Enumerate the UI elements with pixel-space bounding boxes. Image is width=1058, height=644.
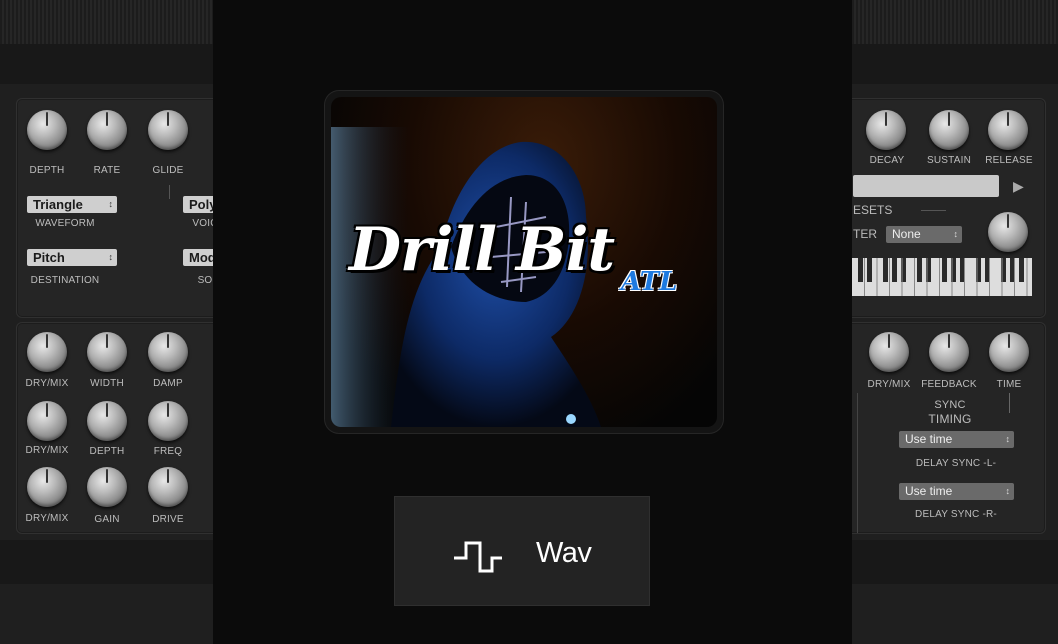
filter-label: TER <box>853 227 877 241</box>
artwork-image: Drill Bit ATL <box>331 97 717 427</box>
knob-label: RELEASE <box>985 155 1033 166</box>
timing-label: TIMING <box>928 412 972 426</box>
decay-knob[interactable] <box>866 110 906 150</box>
divider <box>857 393 858 533</box>
chevron-updown-icon: ↕ <box>1005 486 1011 496</box>
divider <box>1009 393 1010 413</box>
presets-label: ESETS <box>853 203 893 217</box>
knob-label: DRIVE <box>152 514 184 525</box>
source-value: Mod <box>189 250 216 265</box>
waveform-label: WAVEFORM <box>35 218 95 229</box>
chorus-drymix-knob[interactable] <box>27 401 67 441</box>
artwork-frame: Drill Bit ATL <box>325 91 723 433</box>
knob-label: DAMP <box>153 378 183 389</box>
lfo-depth-knob[interactable] <box>27 110 67 150</box>
piano-keyboard[interactable] <box>852 258 1032 296</box>
square-wave-icon <box>454 541 502 573</box>
damp-knob[interactable] <box>148 332 188 372</box>
knob-label: GLIDE <box>152 165 184 176</box>
delay-drymix-knob[interactable] <box>869 332 909 372</box>
waveform-select[interactable]: Triangle ↕ <box>27 196 117 213</box>
divider <box>169 185 170 199</box>
delay-panel: DRY/MIX FEEDBACK TIME SYNC TIMING Use ti… <box>830 322 1046 534</box>
artwork-title: Drill Bit <box>349 215 615 285</box>
chevron-updown-icon: ↕ <box>108 199 114 209</box>
chorus-depth-knob[interactable] <box>87 401 127 441</box>
format-label: Wav <box>536 537 592 569</box>
filter-value: None <box>892 227 921 241</box>
dist-drymix-knob[interactable] <box>27 467 67 507</box>
glide-knob[interactable] <box>148 110 188 150</box>
sync-label: SYNC <box>934 399 966 411</box>
chevron-updown-icon: ↕ <box>108 252 114 262</box>
knob-label: FREQ <box>153 446 183 457</box>
release-knob[interactable] <box>988 110 1028 150</box>
lfo-rate-knob[interactable] <box>87 110 127 150</box>
feedback-knob[interactable] <box>929 332 969 372</box>
width-knob[interactable] <box>87 332 127 372</box>
freq-knob[interactable] <box>148 401 188 441</box>
chevron-updown-icon: ↕ <box>1005 434 1011 444</box>
play-icon[interactable]: ▶ <box>1013 178 1024 195</box>
destination-value: Pitch <box>33 250 65 265</box>
drive-knob[interactable] <box>148 467 188 507</box>
filter-knob[interactable] <box>988 212 1028 252</box>
delay-sync-r-value: Use time <box>905 484 953 498</box>
fx-panel: DRY/MIX WIDTH DAMP DRY/MIX DEPTH FREQ DR… <box>16 322 233 534</box>
format-wav-button[interactable]: Wav <box>394 496 650 606</box>
reverb-drymix-knob[interactable] <box>27 332 67 372</box>
destination-label: DESTINATION <box>30 275 100 286</box>
divider <box>921 210 946 211</box>
sustain-knob[interactable] <box>929 110 969 150</box>
delay-sync-r-label: DELAY SYNC -R- <box>915 509 997 520</box>
delay-sync-l-select[interactable]: Use time ↕ <box>899 431 1014 448</box>
delay-sync-r-select[interactable]: Use time ↕ <box>899 483 1014 500</box>
filter-select[interactable]: None ↕ <box>886 226 962 243</box>
knob-label: TIME <box>996 379 1022 390</box>
preset-display[interactable] <box>853 175 999 197</box>
artwork-subtitle: ATL <box>621 267 678 297</box>
delay-sync-l-value: Use time <box>905 432 953 446</box>
time-knob[interactable] <box>989 332 1029 372</box>
piano-keys-graphic <box>858 258 1028 296</box>
lfo-panel: DEPTH RATE GLIDE Triangle ↕ WAVEFORM Pit… <box>16 98 243 318</box>
chevron-updown-icon: ↕ <box>953 229 959 239</box>
destination-select[interactable]: Pitch ↕ <box>27 249 117 266</box>
gain-knob[interactable] <box>87 467 127 507</box>
waveform-value: Triangle <box>33 197 83 212</box>
delay-sync-l-label: DELAY SYNC -L- <box>915 458 997 469</box>
